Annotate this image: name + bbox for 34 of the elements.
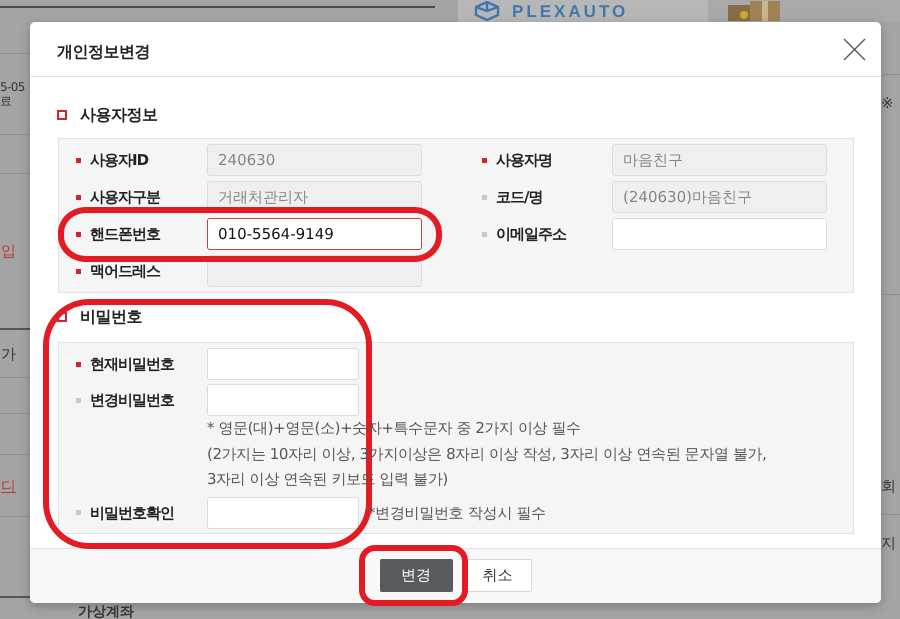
close-button[interactable] [842,36,867,62]
section-title: 사용자정보 [80,104,158,126]
square-bullet-icon [57,110,67,120]
section-title: 비밀번호 [80,306,142,328]
field-label: 사용자ID [90,150,148,172]
submit-button[interactable]: 변경 [380,559,452,592]
background-text: ※ [881,95,895,111]
background-text: 디 [1,478,16,494]
dialog-title: 개인정보변경 [57,42,150,61]
field-label: 비밀번호확인 [90,502,174,524]
background-text: 가상계좌 [78,603,134,619]
background-text: 입 [1,243,16,259]
field-label: 핸드폰번호 [90,224,160,246]
input-field[interactable] [612,218,827,250]
background-text: 지 [881,535,897,551]
field-label: 맥어드레스 [90,261,160,282]
background-text: 료 [0,94,12,108]
input-field[interactable] [207,384,359,416]
field-label: 변경비밀번호 [90,390,174,412]
logo-text: PLEXAUTO [512,2,628,20]
input-field[interactable]: 010-5564-9149 [207,218,422,250]
close-icon [843,38,866,61]
background-text: 회 [881,478,897,494]
input-field[interactable] [207,496,359,529]
cube-logo-icon [474,1,500,21]
field-label: 사용자명 [496,150,552,172]
input-field[interactable] [207,348,359,380]
field-label: 사용자구분 [90,187,160,208]
field-label: 이메일주소 [496,224,566,246]
field-label: 코드/명 [496,187,542,208]
background-text: 5-05 [0,80,25,94]
field-label: 현재비밀번호 [90,354,174,376]
square-bullet-icon [57,312,67,322]
background-text: 가 [1,346,16,362]
